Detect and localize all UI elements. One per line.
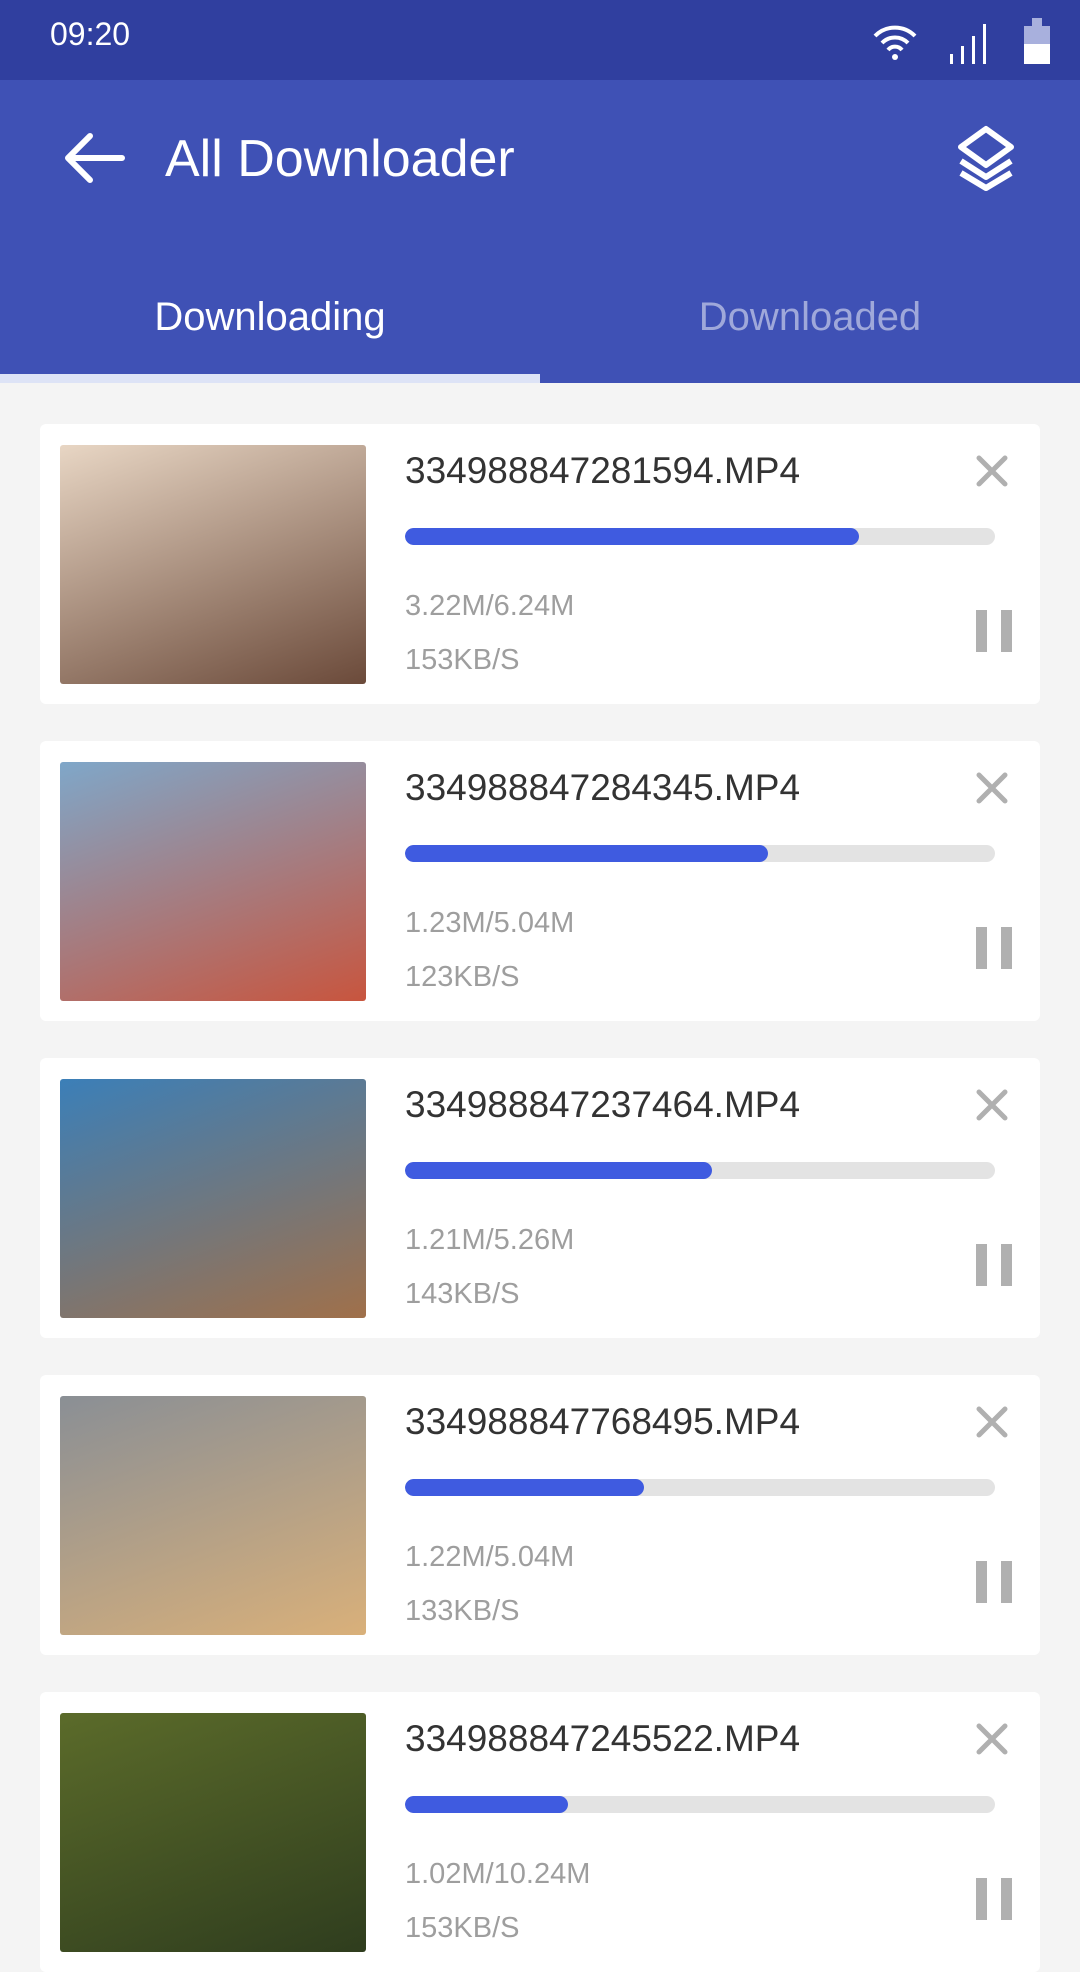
progress-fill [405,1479,644,1496]
download-speed: 153KB/S [405,644,520,676]
close-icon[interactable] [975,1722,1009,1756]
video-thumbnail[interactable] [60,1713,366,1952]
wifi-icon [873,25,917,60]
download-item[interactable]: 334988847245522.MP4 1.02M/10.24M 153KB/S [40,1692,1040,1972]
download-speed: 133KB/S [405,1595,520,1627]
download-speed: 143KB/S [405,1278,520,1310]
tab-downloaded[interactable]: Downloaded [540,292,1080,342]
progress-fill [405,528,860,545]
arrow-left-icon[interactable] [60,128,130,188]
status-bar: 09:20 [0,0,1080,80]
battery-icon [1024,18,1050,64]
download-speed: 153KB/S [405,1912,520,1944]
signal-icon [950,24,986,64]
progress-bar [405,1162,995,1179]
download-size: 1.23M/5.04M [405,907,575,939]
download-speed: 123KB/S [405,961,520,993]
download-size: 1.22M/5.04M [405,1541,575,1573]
pause-icon[interactable] [976,610,1012,652]
download-size: 3.22M/6.24M [405,590,575,622]
file-name: 334988847768495.MP4 [405,1401,801,1442]
video-thumbnail[interactable] [60,1396,366,1635]
download-item[interactable]: 334988847284345.MP4 1.23M/5.04M 123KB/S [40,741,1040,1021]
tab-indicator [0,374,540,383]
download-item[interactable]: 334988847237464.MP4 1.21M/5.26M 143KB/S [40,1058,1040,1338]
file-name: 334988847245522.MP4 [405,1718,801,1759]
close-icon[interactable] [975,771,1009,805]
layers-icon[interactable] [955,125,1017,191]
progress-fill [405,845,768,862]
file-name: 334988847281594.MP4 [405,450,801,491]
progress-bar [405,1796,995,1813]
pause-icon[interactable] [976,1561,1012,1603]
download-size: 1.02M/10.24M [405,1858,591,1890]
status-time: 09:20 [50,16,131,52]
page-title: All Downloader [165,130,515,188]
download-item[interactable]: 334988847768495.MP4 1.22M/5.04M 133KB/S [40,1375,1040,1655]
video-thumbnail[interactable] [60,445,366,684]
video-thumbnail[interactable] [60,762,366,1001]
progress-bar [405,845,995,862]
file-name: 334988847284345.MP4 [405,767,801,808]
pause-icon[interactable] [976,1878,1012,1920]
download-item[interactable]: 334988847281594.MP4 3.22M/6.24M 153KB/S [40,424,1040,704]
progress-fill [405,1796,569,1813]
close-icon[interactable] [975,1088,1009,1122]
progress-fill [405,1162,712,1179]
app-bar: All Downloader Downloading Downloaded [0,80,1080,383]
progress-bar [405,1479,995,1496]
close-icon[interactable] [975,454,1009,488]
pause-icon[interactable] [976,927,1012,969]
file-name: 334988847237464.MP4 [405,1084,801,1125]
video-thumbnail[interactable] [60,1079,366,1318]
progress-bar [405,528,995,545]
close-icon[interactable] [975,1405,1009,1439]
download-size: 1.21M/5.26M [405,1224,575,1256]
tab-downloading[interactable]: Downloading [0,292,540,342]
pause-icon[interactable] [976,1244,1012,1286]
